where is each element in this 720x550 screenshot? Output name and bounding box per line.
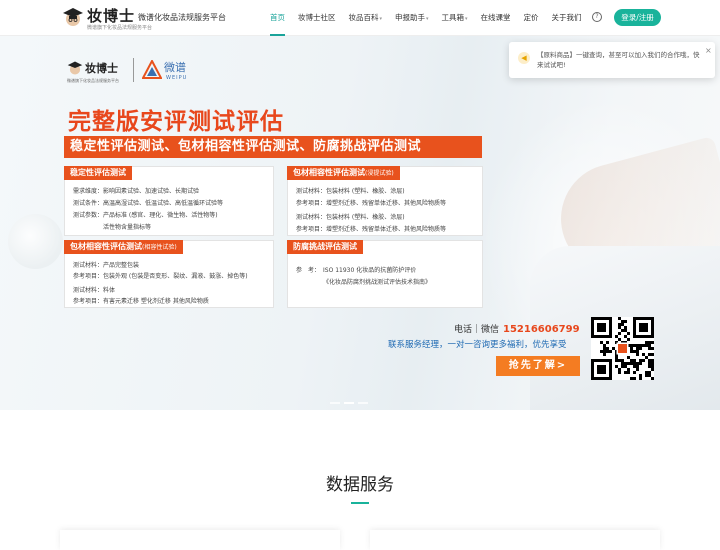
menu-item-online-class[interactable]: 在线课堂: [481, 0, 511, 36]
card-stability-test: 稳定性评估测试 需求维度：影响因素试验、加速试验、长期试验 测试条件：高温高湿试…: [64, 166, 274, 236]
card-header: 包材相容性评估测试(相容性试验): [64, 240, 183, 254]
banner-subtitle-bar: 稳定性评估测试、包材相容性评估测试、防腐挑战评估测试: [64, 136, 482, 158]
brand-divider: [133, 58, 134, 82]
menu-item-filing-assistant[interactable]: 申报助手▾: [395, 0, 429, 36]
banner-title: 完整版安评测试评估: [68, 109, 284, 135]
banner-brand2-sub: WEIPU: [166, 75, 188, 81]
login-register-button[interactable]: 登录/注册: [614, 9, 661, 26]
card-line: 测试材料：料体: [73, 287, 116, 294]
banner-brand-weipu: 微谱 WEIPU: [142, 58, 202, 86]
menu-item-toolbox[interactable]: 工具箱▾: [442, 0, 468, 36]
banner-brand1-name: 妆博士: [85, 62, 118, 75]
card-line: 参考项目：有害元素迁移 塑化剂迁移 其他风险物质: [73, 298, 209, 305]
banner-brand2-name: 微谱: [164, 61, 186, 74]
card-header: 包材相容性评估测试(浸提试验): [287, 166, 400, 180]
cream-jar-image: [8, 214, 63, 269]
megaphone-icon: ◀: [518, 52, 530, 64]
logo-subtitle: 微谱旗下化妆品法规服务平台: [87, 25, 153, 31]
menu-item-pricing[interactable]: 定价: [524, 0, 539, 36]
logo-name: 妆博士: [87, 7, 136, 25]
card-line: 测试材料：包装材料 (塑料、橡胶、涂层): [296, 214, 405, 221]
banner-brand-zhuangboshi: 妆博士 微谱旗下化妆品法规服务平台: [67, 58, 127, 86]
card-packaging-extraction-test: 包材相容性评估测试(浸提试验) 测试材料：包装材料 (塑料、橡胶、涂层) 参考项…: [287, 166, 483, 236]
question-circle-icon[interactable]: ?: [592, 12, 602, 22]
card-line: 测试材料：产品完整包装: [73, 262, 140, 269]
close-icon[interactable]: ×: [705, 46, 712, 55]
card-preservative-challenge-test: 防腐挑战评估测试 参 考： ISO 11930 化妆品的抗菌防护评价 《化妆品防…: [287, 240, 483, 308]
chevron-down-icon: ▾: [379, 16, 383, 22]
notification-toast: ◀ 【原料商品】一键查询，甚至可以加入我们的合作哦，快来试试吧! ×: [509, 42, 715, 78]
hero-banner[interactable]: 妆博士 微谱旗下化妆品法规服务平台 微谱 WEIPU 完整版安评测试评估 稳定性…: [0, 36, 720, 410]
menu-item-community[interactable]: 妆博士社区: [298, 0, 336, 36]
top-navbar: 妆博士 微谱旗下化妆品法规服务平台 微谱化妆品法规服务平台 首页 妆博士社区 妆…: [0, 0, 720, 36]
qr-code: [591, 317, 654, 380]
menu-item-about[interactable]: 关于我们: [552, 0, 582, 36]
chevron-down-icon: ▾: [426, 16, 429, 22]
phone-number[interactable]: 15216606799: [503, 324, 580, 335]
contact-phone: 电话｜微信 15216606799: [454, 322, 580, 335]
card-line: 参考项目：增塑剂迁移、残留单体迁移、其他风险物质等: [296, 226, 447, 233]
carousel-dot[interactable]: [330, 402, 340, 404]
graduation-cap-icon: [67, 61, 83, 75]
graduation-cap-icon: [63, 8, 83, 26]
weipu-logo-icon: [142, 60, 162, 79]
section-title-data-service: 数据服务: [326, 475, 394, 495]
chevron-down-icon: ▾: [465, 16, 468, 22]
main-menu: 首页 妆博士社区 妆品百科▾ 申报助手▾ 工具箱▾ 在线课堂 定价 关于我们: [270, 0, 595, 36]
card-line: 《化妆品防腐剂挑战测试评估技术指南》: [296, 279, 432, 286]
learn-more-button[interactable]: 抢先了解>: [496, 356, 580, 376]
menu-item-encyclopedia[interactable]: 妆品百科▾: [349, 0, 383, 36]
card-line: 参 考： ISO 11930 化妆品的抗菌防护评价: [296, 267, 417, 274]
menu-item-home[interactable]: 首页: [270, 0, 285, 36]
contact-label: 电话｜微信: [454, 325, 500, 335]
carousel-dot[interactable]: [358, 402, 368, 404]
card-line: 活性物含量指标等: [73, 224, 152, 231]
notification-text[interactable]: 【原料商品】一键查询，甚至可以加入我们的合作哦，快来试试吧!: [537, 50, 705, 70]
card-header: 防腐挑战评估测试: [287, 240, 363, 254]
contact-line: 联系服务经理，一对一咨询更多福利，优先享受: [388, 340, 567, 350]
card-line: 测试材料：包装材料 (塑料、橡胶、涂层): [296, 188, 405, 195]
carousel-indicators: [330, 402, 368, 404]
section-title-underline: [351, 502, 369, 504]
banner-brand1-sub: 微谱旗下化妆品法规服务平台: [67, 78, 119, 83]
card-line: 参考项目：增塑剂迁移、残留单体迁移、其他风险物质等: [296, 200, 447, 207]
service-card[interactable]: [370, 530, 660, 550]
card-line: 测试参数：产品标准 (感官、理化、微生物、活性物等): [73, 212, 218, 219]
card-packaging-compatibility-test: 包材相容性评估测试(相容性试验) 测试材料：产品完整包装 参考项目：包装外观 (…: [64, 240, 274, 308]
service-card[interactable]: [60, 530, 340, 550]
card-line: 参考项目：包装外观 (包装是否变形、裂纹、漏液、鼓涨、掉色等): [73, 273, 248, 280]
site-tagline: 微谱化妆品法规服务平台: [138, 13, 226, 22]
qr-code-icon: [591, 317, 654, 380]
carousel-dot-active[interactable]: [344, 402, 354, 404]
card-line: 需求维度：影响因素试验、加速试验、长期试验: [73, 188, 200, 195]
card-line: 测试条件：高温高湿试验、低温试验、高低温循环试验等: [73, 200, 224, 207]
card-header: 稳定性评估测试: [64, 166, 132, 180]
